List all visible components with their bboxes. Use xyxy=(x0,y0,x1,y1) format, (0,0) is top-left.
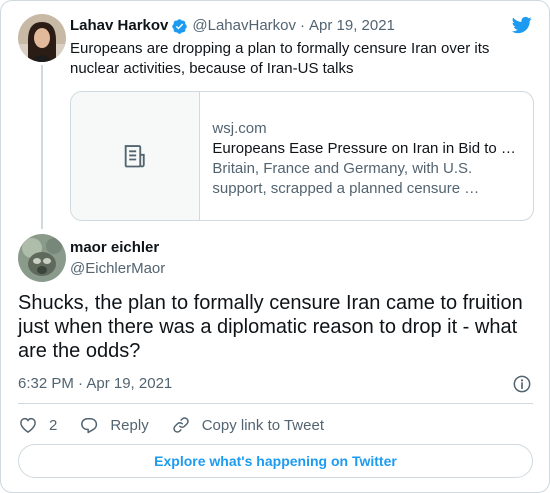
link-icon xyxy=(172,417,189,433)
copy-link-button[interactable]: Copy link to Tweet xyxy=(171,415,324,435)
reply-button[interactable]: Reply xyxy=(79,415,149,435)
avatar[interactable] xyxy=(18,14,66,62)
author-handle[interactable]: @EichlerMaor xyxy=(70,260,165,278)
author-name[interactable]: maor eichler xyxy=(70,239,159,257)
copy-link-label: Copy link to Tweet xyxy=(201,416,324,434)
link-description-line: Britain, France and Germany, with U.S. xyxy=(212,160,473,177)
tweet-text-line: Shucks, the plan to formally censure Ira… xyxy=(18,292,523,314)
embedded-tweet-card: Lahav Harkov @LahavHarkov · Apr 19, 2021… xyxy=(0,0,550,493)
tweet-text-line: are the odds? xyxy=(18,340,141,362)
avatar[interactable] xyxy=(18,234,66,282)
link-domain: wsj.com xyxy=(212,120,267,137)
twitter-bird-icon[interactable] xyxy=(511,15,533,35)
verified-badge-icon xyxy=(172,18,188,34)
like-button[interactable]: 2 xyxy=(18,415,57,435)
tweet-text-line: just when there was a diplomatic reason … xyxy=(18,316,518,338)
link-description-line: support, scrapped a planned censure … xyxy=(212,180,480,197)
link-body: wsj.com Europeans Ease Pressure on Iran … xyxy=(200,92,533,220)
like-count: 2 xyxy=(49,416,58,434)
link-title: Europeans Ease Pressure on Iran in Bid t… xyxy=(212,140,516,157)
thread-line xyxy=(41,65,43,229)
link-description: Britain, France and Germany, with U.S. s… xyxy=(212,159,522,199)
reply-icon xyxy=(81,418,98,434)
link-thumbnail xyxy=(71,92,201,220)
tweet-text: Shucks, the plan to formally censure Ira… xyxy=(18,291,533,363)
explore-button[interactable]: Explore what's happening on Twitter xyxy=(18,444,533,478)
reply-label: Reply xyxy=(110,416,149,434)
article-icon xyxy=(124,145,145,168)
author-handle[interactable]: @LahavHarkov xyxy=(192,17,296,35)
author-name[interactable]: Lahav Harkov xyxy=(70,17,168,35)
link-preview-card[interactable]: wsj.com Europeans Ease Pressure on Iran … xyxy=(70,91,534,221)
divider xyxy=(18,403,533,404)
separator: · xyxy=(300,17,305,34)
heart-icon xyxy=(20,417,36,433)
info-icon[interactable] xyxy=(512,374,532,394)
quoted-tweet-text: Europeans are dropping a plan to formall… xyxy=(70,40,490,77)
tweet-timestamp[interactable]: 6:32 PM · Apr 19, 2021 xyxy=(18,375,172,393)
tweet-date[interactable]: Apr 19, 2021 xyxy=(309,17,395,35)
action-bar: 2 Reply Copy link to Tweet xyxy=(18,413,346,437)
quoted-tweet-header: Lahav Harkov @LahavHarkov · Apr 19, 2021 xyxy=(70,17,395,35)
